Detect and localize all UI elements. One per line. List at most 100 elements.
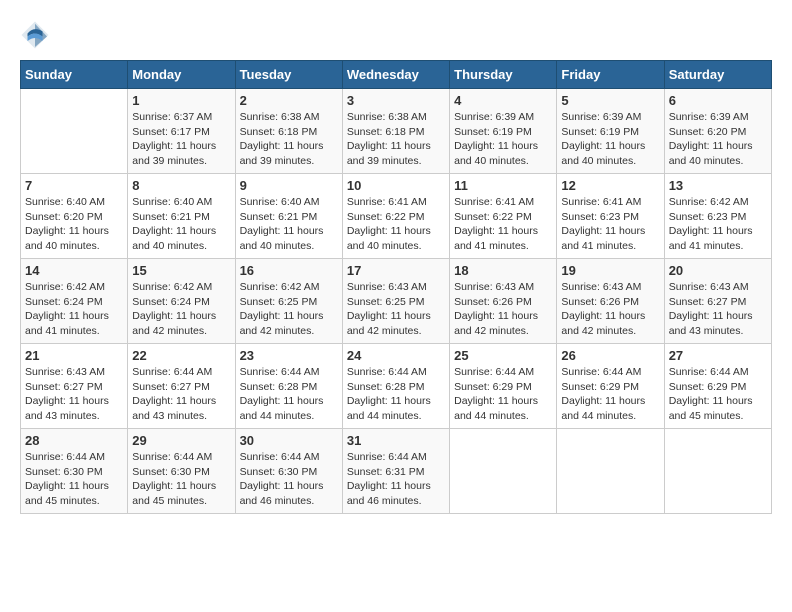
day-info: Sunrise: 6:41 AMSunset: 6:22 PMDaylight:… bbox=[347, 195, 445, 254]
day-number: 12 bbox=[561, 178, 659, 193]
day-number: 8 bbox=[132, 178, 230, 193]
calendar-cell: 6 Sunrise: 6:39 AMSunset: 6:20 PMDaylight… bbox=[664, 89, 771, 174]
calendar-cell: 14Sunrise: 6:42 AMSunset: 6:24 PMDayligh… bbox=[21, 259, 128, 344]
day-info: Sunrise: 6:44 AMSunset: 6:28 PMDaylight:… bbox=[347, 365, 445, 424]
day-header-monday: Monday bbox=[128, 61, 235, 89]
calendar-cell: 24 Sunrise: 6:44 AMSunset: 6:28 PMDayligh… bbox=[342, 344, 449, 429]
calendar-cell: 8 Sunrise: 6:40 AMSunset: 6:21 PMDaylight… bbox=[128, 174, 235, 259]
calendar-cell bbox=[21, 89, 128, 174]
day-number: 5 bbox=[561, 93, 659, 108]
calendar-cell: 25 Sunrise: 6:44 AMSunset: 6:29 PMDayligh… bbox=[450, 344, 557, 429]
calendar-cell: 10 Sunrise: 6:41 AMSunset: 6:22 PMDayligh… bbox=[342, 174, 449, 259]
day-info: Sunrise: 6:41 AMSunset: 6:22 PMDaylight:… bbox=[454, 195, 552, 254]
day-number: 6 bbox=[669, 93, 767, 108]
day-info: Sunrise: 6:44 AMSunset: 6:27 PMDaylight:… bbox=[132, 365, 230, 424]
day-number: 22 bbox=[132, 348, 230, 363]
day-info: Sunrise: 6:42 AMSunset: 6:25 PMDaylight:… bbox=[240, 280, 338, 339]
day-number: 25 bbox=[454, 348, 552, 363]
calendar-week-row: 14Sunrise: 6:42 AMSunset: 6:24 PMDayligh… bbox=[21, 259, 772, 344]
day-info: Sunrise: 6:42 AMSunset: 6:24 PMDaylight:… bbox=[25, 280, 123, 339]
day-number: 21 bbox=[25, 348, 123, 363]
day-info: Sunrise: 6:43 AMSunset: 6:27 PMDaylight:… bbox=[25, 365, 123, 424]
day-number: 26 bbox=[561, 348, 659, 363]
calendar-week-row: 21 Sunrise: 6:43 AMSunset: 6:27 PMDayligh… bbox=[21, 344, 772, 429]
day-number: 30 bbox=[240, 433, 338, 448]
day-number: 20 bbox=[669, 263, 767, 278]
calendar-cell: 21 Sunrise: 6:43 AMSunset: 6:27 PMDayligh… bbox=[21, 344, 128, 429]
calendar-week-row: 28 Sunrise: 6:44 AMSunset: 6:30 PMDayligh… bbox=[21, 429, 772, 514]
calendar-cell bbox=[450, 429, 557, 514]
day-info: Sunrise: 6:44 AMSunset: 6:30 PMDaylight:… bbox=[132, 450, 230, 509]
day-number: 16 bbox=[240, 263, 338, 278]
calendar-cell: 3 Sunrise: 6:38 AMSunset: 6:18 PMDaylight… bbox=[342, 89, 449, 174]
calendar-cell bbox=[557, 429, 664, 514]
calendar-cell: 26 Sunrise: 6:44 AMSunset: 6:29 PMDayligh… bbox=[557, 344, 664, 429]
day-info: Sunrise: 6:43 AMSunset: 6:25 PMDaylight:… bbox=[347, 280, 445, 339]
day-info: Sunrise: 6:39 AMSunset: 6:19 PMDaylight:… bbox=[454, 110, 552, 169]
calendar-cell: 9 Sunrise: 6:40 AMSunset: 6:21 PMDaylight… bbox=[235, 174, 342, 259]
calendar-cell: 20 Sunrise: 6:43 AMSunset: 6:27 PMDayligh… bbox=[664, 259, 771, 344]
day-info: Sunrise: 6:44 AMSunset: 6:30 PMDaylight:… bbox=[25, 450, 123, 509]
day-number: 9 bbox=[240, 178, 338, 193]
day-info: Sunrise: 6:44 AMSunset: 6:29 PMDaylight:… bbox=[561, 365, 659, 424]
day-info: Sunrise: 6:39 AMSunset: 6:20 PMDaylight:… bbox=[669, 110, 767, 169]
day-header-tuesday: Tuesday bbox=[235, 61, 342, 89]
day-number: 29 bbox=[132, 433, 230, 448]
day-number: 17 bbox=[347, 263, 445, 278]
calendar-cell: 22 Sunrise: 6:44 AMSunset: 6:27 PMDayligh… bbox=[128, 344, 235, 429]
calendar-week-row: 7Sunrise: 6:40 AMSunset: 6:20 PMDaylight… bbox=[21, 174, 772, 259]
calendar-cell: 5 Sunrise: 6:39 AMSunset: 6:19 PMDaylight… bbox=[557, 89, 664, 174]
day-number: 19 bbox=[561, 263, 659, 278]
calendar-cell: 12 Sunrise: 6:41 AMSunset: 6:23 PMDayligh… bbox=[557, 174, 664, 259]
day-number: 15 bbox=[132, 263, 230, 278]
calendar-cell: 4 Sunrise: 6:39 AMSunset: 6:19 PMDaylight… bbox=[450, 89, 557, 174]
day-number: 10 bbox=[347, 178, 445, 193]
day-info: Sunrise: 6:42 AMSunset: 6:24 PMDaylight:… bbox=[132, 280, 230, 339]
day-info: Sunrise: 6:44 AMSunset: 6:29 PMDaylight:… bbox=[454, 365, 552, 424]
calendar-cell: 16 Sunrise: 6:42 AMSunset: 6:25 PMDayligh… bbox=[235, 259, 342, 344]
day-number: 11 bbox=[454, 178, 552, 193]
logo-icon bbox=[20, 20, 50, 50]
day-info: Sunrise: 6:43 AMSunset: 6:26 PMDaylight:… bbox=[561, 280, 659, 339]
calendar-cell: 2 Sunrise: 6:38 AMSunset: 6:18 PMDaylight… bbox=[235, 89, 342, 174]
day-number: 31 bbox=[347, 433, 445, 448]
day-info: Sunrise: 6:40 AMSunset: 6:20 PMDaylight:… bbox=[25, 195, 123, 254]
calendar-cell bbox=[664, 429, 771, 514]
calendar-cell: 7Sunrise: 6:40 AMSunset: 6:20 PMDaylight… bbox=[21, 174, 128, 259]
day-number: 4 bbox=[454, 93, 552, 108]
day-info: Sunrise: 6:44 AMSunset: 6:29 PMDaylight:… bbox=[669, 365, 767, 424]
day-number: 28 bbox=[25, 433, 123, 448]
day-info: Sunrise: 6:37 AMSunset: 6:17 PMDaylight:… bbox=[132, 110, 230, 169]
calendar-cell: 30Sunrise: 6:44 AMSunset: 6:30 PMDayligh… bbox=[235, 429, 342, 514]
day-info: Sunrise: 6:38 AMSunset: 6:18 PMDaylight:… bbox=[347, 110, 445, 169]
calendar-cell: 1Sunrise: 6:37 AMSunset: 6:17 PMDaylight… bbox=[128, 89, 235, 174]
day-info: Sunrise: 6:40 AMSunset: 6:21 PMDaylight:… bbox=[132, 195, 230, 254]
day-number: 18 bbox=[454, 263, 552, 278]
day-info: Sunrise: 6:40 AMSunset: 6:21 PMDaylight:… bbox=[240, 195, 338, 254]
day-number: 2 bbox=[240, 93, 338, 108]
calendar-cell: 17 Sunrise: 6:43 AMSunset: 6:25 PMDayligh… bbox=[342, 259, 449, 344]
day-number: 13 bbox=[669, 178, 767, 193]
calendar-cell: 15 Sunrise: 6:42 AMSunset: 6:24 PMDayligh… bbox=[128, 259, 235, 344]
calendar-cell: 28 Sunrise: 6:44 AMSunset: 6:30 PMDayligh… bbox=[21, 429, 128, 514]
day-info: Sunrise: 6:41 AMSunset: 6:23 PMDaylight:… bbox=[561, 195, 659, 254]
day-info: Sunrise: 6:43 AMSunset: 6:27 PMDaylight:… bbox=[669, 280, 767, 339]
day-info: Sunrise: 6:38 AMSunset: 6:18 PMDaylight:… bbox=[240, 110, 338, 169]
day-header-sunday: Sunday bbox=[21, 61, 128, 89]
calendar-cell: 11 Sunrise: 6:41 AMSunset: 6:22 PMDayligh… bbox=[450, 174, 557, 259]
day-number: 3 bbox=[347, 93, 445, 108]
day-number: 23 bbox=[240, 348, 338, 363]
day-info: Sunrise: 6:42 AMSunset: 6:23 PMDaylight:… bbox=[669, 195, 767, 254]
calendar-cell: 23Sunrise: 6:44 AMSunset: 6:28 PMDayligh… bbox=[235, 344, 342, 429]
calendar-cell: 29 Sunrise: 6:44 AMSunset: 6:30 PMDayligh… bbox=[128, 429, 235, 514]
day-info: Sunrise: 6:44 AMSunset: 6:31 PMDaylight:… bbox=[347, 450, 445, 509]
day-header-friday: Friday bbox=[557, 61, 664, 89]
calendar-week-row: 1Sunrise: 6:37 AMSunset: 6:17 PMDaylight… bbox=[21, 89, 772, 174]
calendar-cell: 18 Sunrise: 6:43 AMSunset: 6:26 PMDayligh… bbox=[450, 259, 557, 344]
day-header-wednesday: Wednesday bbox=[342, 61, 449, 89]
day-number: 24 bbox=[347, 348, 445, 363]
logo bbox=[20, 20, 54, 50]
day-info: Sunrise: 6:39 AMSunset: 6:19 PMDaylight:… bbox=[561, 110, 659, 169]
day-info: Sunrise: 6:43 AMSunset: 6:26 PMDaylight:… bbox=[454, 280, 552, 339]
calendar-table: SundayMondayTuesdayWednesdayThursdayFrid… bbox=[20, 60, 772, 514]
